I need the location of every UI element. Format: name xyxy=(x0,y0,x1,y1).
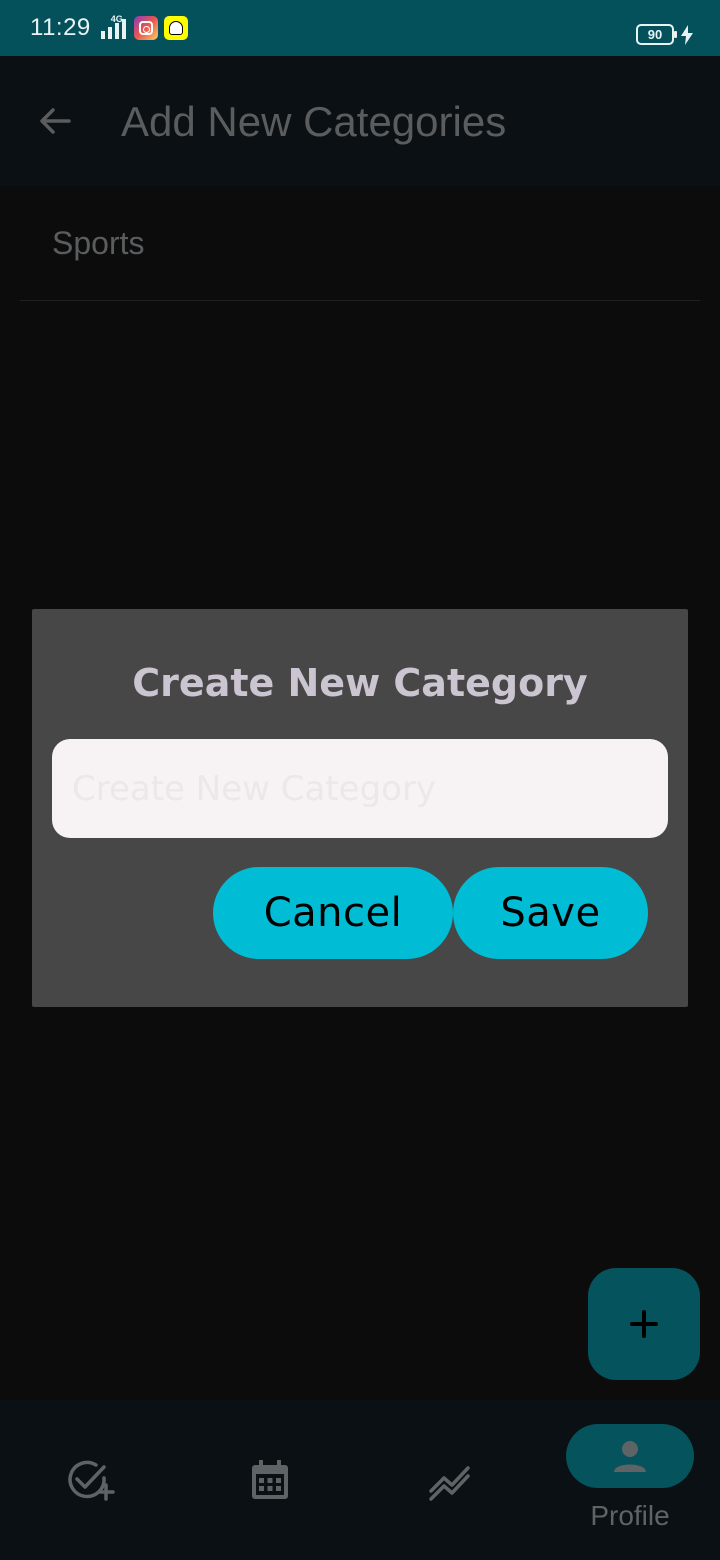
category-list: Sports xyxy=(20,186,700,301)
calendar-icon xyxy=(252,1460,288,1499)
nav-item-trending[interactable] xyxy=(428,1458,472,1507)
arrow-left-icon[interactable] xyxy=(36,102,74,140)
plus-icon xyxy=(630,1310,658,1338)
dialog-title: Create New Category xyxy=(132,661,588,705)
add-task-icon xyxy=(68,1460,115,1501)
category-label: Sports xyxy=(52,224,145,261)
save-button[interactable]: Save xyxy=(453,867,648,959)
create-category-dialog: Create New Category Cancel Save xyxy=(32,609,688,1007)
app-header: Add New Categories xyxy=(0,56,720,186)
page-title: Add New Categories xyxy=(121,98,507,145)
category-name-input[interactable] xyxy=(52,739,668,838)
status-time: 11:29 xyxy=(30,14,91,41)
battery-icon: 90 xyxy=(636,24,677,45)
list-item[interactable]: Sports xyxy=(20,186,700,301)
add-category-button[interactable] xyxy=(588,1268,700,1380)
person-icon xyxy=(614,1441,646,1472)
battery-level: 90 xyxy=(647,27,663,42)
status-bar: 11:29 4G 90 xyxy=(0,0,720,56)
nav-item-add-task[interactable] xyxy=(66,1458,118,1507)
snapchat-icon xyxy=(163,16,188,40)
instagram-icon xyxy=(133,16,158,40)
signal-icon: 4G xyxy=(100,14,126,39)
cancel-button[interactable]: Cancel xyxy=(213,867,453,959)
nav-label-profile: Profile xyxy=(590,1500,670,1531)
bottom-navigation: Profile xyxy=(0,1400,720,1560)
network-type: 4G xyxy=(110,14,123,24)
nav-item-profile[interactable] xyxy=(566,1424,694,1488)
nav-item-calendar[interactable] xyxy=(248,1458,292,1507)
trending-icon xyxy=(429,1466,470,1501)
charging-icon xyxy=(681,25,693,45)
